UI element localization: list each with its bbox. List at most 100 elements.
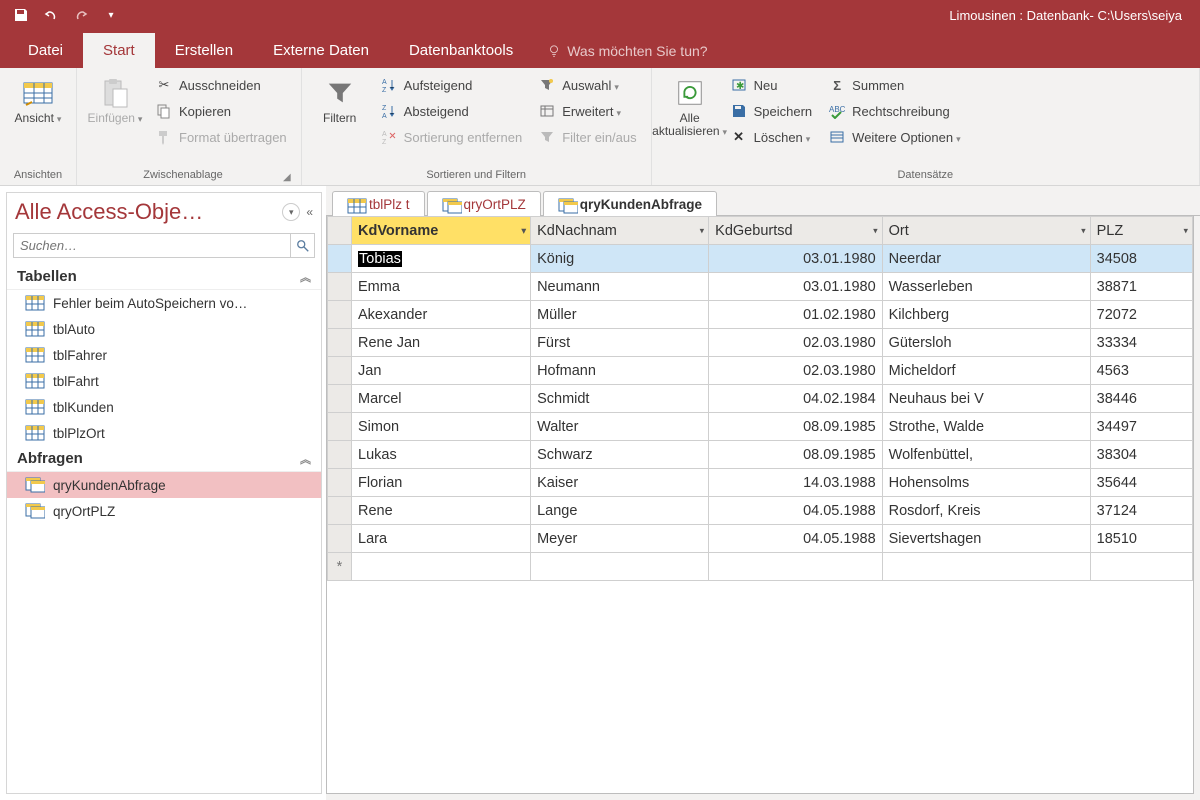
selection-filter-button[interactable]: Auswahl [534, 74, 640, 96]
column-header[interactable]: KdVorname▾ [352, 217, 531, 245]
advanced-filter-button[interactable]: Erweitert [534, 100, 640, 122]
cell[interactable]: 37124 [1090, 497, 1192, 525]
row-selector[interactable] [328, 329, 352, 357]
cell[interactable] [531, 553, 709, 581]
cell[interactable]: 03.01.1980 [709, 245, 882, 273]
cell[interactable]: 14.03.1988 [709, 469, 882, 497]
row-selector[interactable] [328, 441, 352, 469]
toggle-filter-button[interactable]: Filter ein/aus [534, 126, 640, 148]
cell[interactable]: 01.02.1980 [709, 301, 882, 329]
cell[interactable]: Micheldorf [882, 357, 1090, 385]
undo-button[interactable] [38, 3, 64, 27]
row-selector[interactable] [328, 273, 352, 301]
clear-sort-button[interactable]: AZSortierung entfernen [376, 126, 527, 148]
cell[interactable]: 04.05.1988 [709, 525, 882, 553]
paste-button[interactable]: Einfügen [83, 72, 147, 129]
column-header[interactable]: PLZ▾ [1090, 217, 1192, 245]
clipboard-dialog-launcher[interactable]: ◢ [283, 172, 295, 183]
nav-group-tables[interactable]: Tabellen ︽ [7, 264, 321, 290]
row-selector[interactable] [328, 413, 352, 441]
nav-collapse-button[interactable]: « [306, 205, 313, 219]
cell[interactable]: Kaiser [531, 469, 709, 497]
document-tab[interactable]: qryKundenAbfrage [543, 191, 717, 216]
cell[interactable]: Tobias [352, 245, 531, 273]
column-dropdown-icon[interactable]: ▾ [1183, 225, 1188, 236]
nav-table-item[interactable]: tblPlzOrt [7, 420, 321, 446]
cell[interactable]: Walter [531, 413, 709, 441]
cell[interactable]: 18510 [1090, 525, 1192, 553]
qat-customize[interactable]: ▾ [98, 3, 124, 27]
cell[interactable]: Schmidt [531, 385, 709, 413]
cell[interactable]: Meyer [531, 525, 709, 553]
delete-record-button[interactable]: ✕Löschen [726, 126, 817, 148]
tab-database-tools[interactable]: Datenbanktools [389, 33, 533, 68]
nav-title[interactable]: Alle Access-Obje… [15, 199, 282, 225]
tab-create[interactable]: Erstellen [155, 33, 253, 68]
nav-table-item[interactable]: tblFahrt [7, 368, 321, 394]
cell[interactable]: Emma [352, 273, 531, 301]
column-dropdown-icon[interactable]: ▾ [522, 225, 527, 236]
cell[interactable]: 72072 [1090, 301, 1192, 329]
row-selector[interactable] [328, 469, 352, 497]
row-selector[interactable] [328, 385, 352, 413]
cell[interactable]: Lange [531, 497, 709, 525]
save-record-button[interactable]: Speichern [726, 100, 817, 122]
nav-search-button[interactable] [290, 234, 314, 257]
cell[interactable]: Hohensolms [882, 469, 1090, 497]
view-button[interactable]: Ansicht [6, 72, 70, 129]
cell[interactable]: 04.05.1988 [709, 497, 882, 525]
cell[interactable]: Neumann [531, 273, 709, 301]
cell[interactable]: 34497 [1090, 413, 1192, 441]
cell[interactable]: Lukas [352, 441, 531, 469]
cell[interactable]: Simon [352, 413, 531, 441]
cell[interactable]: Müller [531, 301, 709, 329]
cell[interactable]: Neuhaus bei V [882, 385, 1090, 413]
cell[interactable]: Gütersloh [882, 329, 1090, 357]
column-header[interactable]: KdNachnam▾ [531, 217, 709, 245]
select-all-cell[interactable] [328, 217, 352, 245]
row-selector[interactable] [328, 525, 352, 553]
cell[interactable]: 08.09.1985 [709, 413, 882, 441]
more-options-button[interactable]: Weitere Optionen [824, 126, 964, 148]
nav-table-item[interactable]: tblAuto [7, 316, 321, 342]
totals-button[interactable]: ΣSummen [824, 74, 964, 96]
tell-me-search[interactable]: Was möchten Sie tun? [533, 34, 721, 68]
cell[interactable]: Rene [352, 497, 531, 525]
cell[interactable]: Kilchberg [882, 301, 1090, 329]
document-tab[interactable]: qryOrtPLZ [427, 191, 541, 216]
cell[interactable]: Rosdorf, Kreis [882, 497, 1090, 525]
cell[interactable]: 02.03.1980 [709, 357, 882, 385]
cell[interactable]: 08.09.1985 [709, 441, 882, 469]
tab-home[interactable]: Start [83, 33, 155, 68]
filter-button[interactable]: Filtern [308, 72, 372, 129]
column-dropdown-icon[interactable]: ▾ [700, 225, 705, 236]
nav-group-queries[interactable]: Abfragen ︽ [7, 446, 321, 472]
column-header[interactable]: Ort▾ [882, 217, 1090, 245]
cell[interactable]: 38446 [1090, 385, 1192, 413]
nav-table-item[interactable]: tblFahrer [7, 342, 321, 368]
tab-file[interactable]: Datei [8, 33, 83, 68]
cell[interactable]: 04.02.1984 [709, 385, 882, 413]
row-selector[interactable] [328, 357, 352, 385]
tab-external-data[interactable]: Externe Daten [253, 33, 389, 68]
column-dropdown-icon[interactable]: ▾ [873, 225, 878, 236]
document-tab[interactable]: tblPlz t [332, 191, 425, 216]
nav-query-item[interactable]: qryKundenAbfrage [7, 472, 321, 498]
row-selector[interactable] [328, 301, 352, 329]
cell[interactable]: Neerdar [882, 245, 1090, 273]
new-record-button[interactable]: ✱Neu [726, 74, 817, 96]
cell[interactable]: Fürst [531, 329, 709, 357]
cell[interactable] [352, 553, 531, 581]
cell[interactable]: Jan [352, 357, 531, 385]
cell[interactable]: 02.03.1980 [709, 329, 882, 357]
refresh-all-button[interactable]: Alle aktualisieren [658, 72, 722, 142]
row-selector[interactable] [328, 497, 352, 525]
cell[interactable]: 34508 [1090, 245, 1192, 273]
cell[interactable]: Florian [352, 469, 531, 497]
redo-button[interactable] [68, 3, 94, 27]
cell[interactable]: Wolfenbüttel, [882, 441, 1090, 469]
cell[interactable]: 35644 [1090, 469, 1192, 497]
cell[interactable]: 03.01.1980 [709, 273, 882, 301]
nav-search-input[interactable] [14, 234, 290, 257]
cell[interactable]: Hofmann [531, 357, 709, 385]
